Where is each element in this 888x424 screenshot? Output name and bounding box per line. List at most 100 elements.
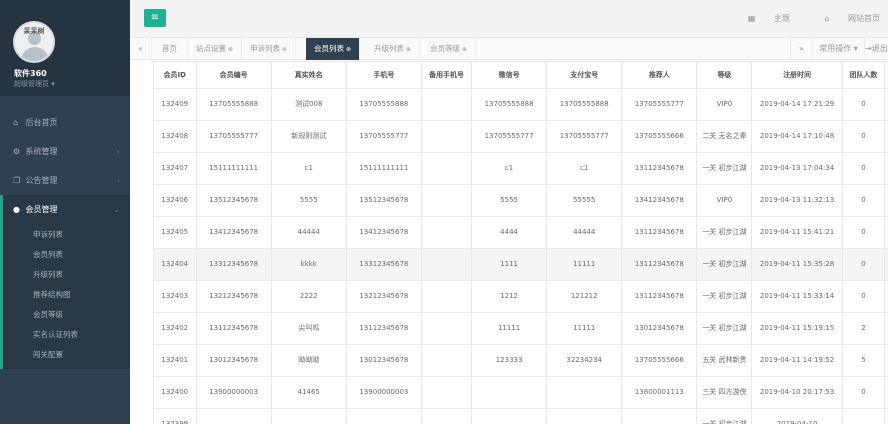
table-cell	[195, 408, 272, 424]
logout-label: 退出	[871, 44, 888, 53]
double-chevron-right-icon: »	[799, 44, 804, 53]
table-cell: 2019-04-11 14:19:52	[751, 344, 843, 377]
table-cell: 132404	[153, 248, 197, 281]
close-icon[interactable]: ⊗	[346, 46, 351, 53]
table-row: 132401 13012345678 呦呦呦 13012345678 123333 322…	[153, 344, 888, 377]
table-row: 132409 13705555888 测试008 13705555888 1370555…	[153, 88, 888, 121]
theme-label: 主题	[773, 14, 790, 23]
table-cell: c1	[270, 152, 347, 185]
table-cell: 123333	[471, 344, 548, 377]
table-cell: 1111	[471, 248, 548, 281]
tab-scroll-right-button[interactable]: »	[790, 38, 812, 60]
table-cell: 13412345678	[345, 216, 422, 249]
table-cell: 13112345678	[621, 152, 698, 185]
sidebar-item-members[interactable]: ● 会员管理 ⌄	[0, 195, 130, 224]
table-cell: 13212345678	[195, 280, 272, 313]
close-icon[interactable]: ⊗	[406, 46, 411, 53]
sidebar-item-home[interactable]: ⌂ 后台首页	[0, 108, 130, 137]
column-header: 等级	[696, 61, 753, 89]
tab-upgrades[interactable]: 升级列表 ⊗	[366, 38, 420, 60]
user-icon: ●	[13, 205, 20, 214]
table-cell: 13112345678	[621, 216, 698, 249]
theme-icon: ▦	[747, 14, 756, 23]
table-cell: 2019-04-11 15:33:14	[751, 280, 843, 313]
common-ops-dropdown[interactable]: 常用操作 ▾	[812, 38, 864, 60]
table-cell	[420, 408, 473, 424]
table-cell: 一关 初步江湖	[696, 216, 753, 249]
sidebar-item-notice[interactable]: ❐ 公告管理 ‹	[0, 166, 130, 195]
table-cell: VIP0	[696, 184, 753, 217]
table-cell: 15111111111	[195, 152, 272, 185]
table-cell	[420, 344, 473, 377]
table-row: 132407 15111111111 c1 15111111111 c1 c1 131123…	[153, 152, 888, 185]
table-cell: 132405	[153, 216, 197, 249]
member-table: 会员ID 会员编号 真实姓名 手机号 备用手机号 微信号 支付宝号 推荐人 等级 注册时间 团队人数…	[153, 61, 888, 424]
submenu-item[interactable]: 推荐结构图	[3, 285, 130, 305]
home-icon: ⌂	[13, 118, 19, 127]
bars-icon: ≡	[150, 12, 160, 23]
avatar[interactable]: 呆呆树	[13, 21, 55, 63]
table-cell: 测试008	[270, 88, 347, 121]
table-cell	[420, 120, 473, 153]
sidebar-item-label: 系统管理	[25, 147, 58, 156]
column-header: 会员编号	[195, 61, 272, 89]
close-icon[interactable]: ⊗	[228, 46, 233, 53]
table-cell: 11111	[546, 248, 623, 281]
table-cell: 2019-04-14 17:10:48	[751, 120, 843, 153]
table-cell: 121212	[546, 280, 623, 313]
table-cell	[345, 408, 422, 424]
table-cell: 13705555777	[621, 88, 698, 121]
column-header: 推荐人	[621, 61, 698, 89]
tab-appeals[interactable]: 申诉列表 ⊗	[242, 38, 296, 60]
table-cell	[420, 248, 473, 281]
submenu-item[interactable]: 实名认证列表	[3, 325, 130, 345]
table-cell: 2019-04-10	[751, 408, 843, 424]
column-header: 备用手机号	[420, 61, 473, 89]
submenu-item[interactable]: 会员等级	[3, 305, 130, 325]
tab-member-levels[interactable]: 会员等级 ⊗	[422, 38, 476, 60]
close-icon[interactable]: ⊗	[282, 46, 287, 53]
table-cell: 13705555777	[546, 120, 623, 153]
table-cell: 0	[841, 184, 886, 217]
table-cell: 13705555666	[621, 120, 698, 153]
theme-link[interactable]: ▦ 主题	[732, 14, 790, 23]
column-header: 注册时间	[751, 61, 843, 89]
close-icon[interactable]: ⊗	[462, 46, 467, 53]
submenu-item[interactable]: 申诉列表	[3, 225, 130, 245]
table-cell: 11111	[546, 312, 623, 345]
table-cell: 4444	[471, 216, 548, 249]
profile-role-dropdown[interactable]: 超级管理员 ▾	[14, 79, 55, 89]
tab-scroll-left-button[interactable]: «	[130, 38, 152, 60]
table-cell: 2	[841, 312, 886, 345]
table-cell: 13312345678	[195, 248, 272, 281]
column-header: 真实姓名	[270, 61, 347, 89]
tab-site-settings[interactable]: 站点设置 ⊗	[188, 38, 242, 60]
table-cell	[621, 408, 698, 424]
table-row: 132399 一关 初步江湖 2019-04-10	[153, 408, 888, 424]
sidebar-item-system[interactable]: ⚙ 系统管理 ‹	[0, 137, 130, 166]
submenu-item[interactable]: 会员列表	[3, 245, 130, 265]
logout-button[interactable]: ⇥退出	[864, 38, 888, 60]
tab-label: 会员列表	[313, 44, 344, 53]
menu-toggle-button[interactable]: ≡	[144, 9, 166, 27]
table-cell: 132408	[153, 120, 197, 153]
table-cell: 55555	[546, 184, 623, 217]
site-home-link[interactable]: ⌂ 网站首页	[808, 14, 880, 23]
top-bar: ≡ ▦ 主题 ⌂ 网站首页	[130, 0, 888, 38]
table-cell: 0	[841, 376, 886, 409]
table-cell	[420, 280, 473, 313]
tab-home[interactable]: 首页	[152, 38, 188, 60]
tab-members[interactable]: 会员列表 ⊗	[306, 38, 360, 60]
table-cell: 2019-04-14 17:21:29	[751, 88, 843, 121]
table-cell: 一关 初步江湖	[696, 152, 753, 185]
site-home-label: 网站首页	[848, 14, 880, 23]
table-cell: 44444	[546, 216, 623, 249]
table-cell: 5555	[270, 184, 347, 217]
submenu-item[interactable]: 升级列表	[3, 265, 130, 285]
table-cell: 三关 四方游侠	[696, 376, 753, 409]
submenu-item[interactable]: 闯关配置	[3, 345, 130, 365]
sidebar-item-label: 公告管理	[25, 176, 58, 185]
table-cell: 13412345678	[195, 216, 272, 249]
table-cell: 13705555888	[471, 88, 548, 121]
table-row: 132404 13312345678 kkkk 13312345678 1111 1111…	[153, 248, 888, 281]
